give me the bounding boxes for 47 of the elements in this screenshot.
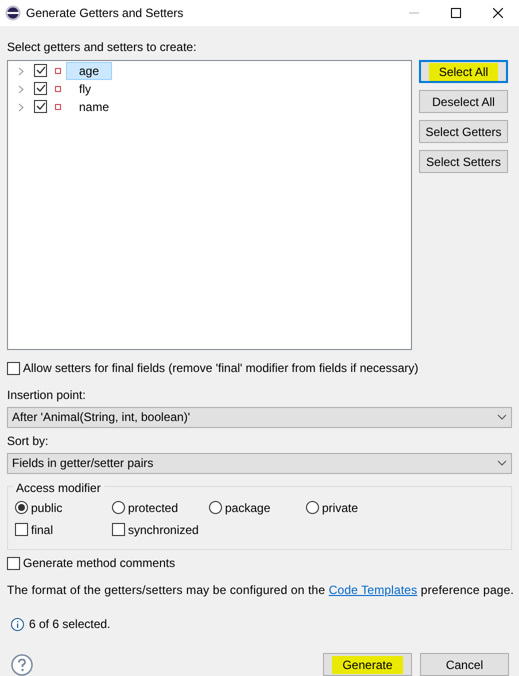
dialog-button[interactable]: Deselect All — [419, 90, 508, 113]
eclipse-icon — [5, 5, 21, 21]
tree-item[interactable]: age — [66, 62, 112, 80]
dialog-button[interactable]: Generate — [323, 653, 412, 676]
help-icon[interactable] — [11, 654, 33, 676]
dialog-button[interactable]: Select Getters — [419, 120, 508, 143]
window-title: Generate Getters and Setters — [26, 5, 184, 22]
chevron-down-icon — [497, 414, 507, 420]
radio-button[interactable] — [306, 501, 319, 514]
radio-button[interactable] — [209, 501, 222, 514]
checkbox-label: Allow setters for final fields (remove 'final' modifier from fields if necessary) — [23, 360, 418, 377]
radio-label: protected — [128, 500, 178, 517]
tree-label: Select getters and setters to create: — [7, 39, 198, 55]
radio-label: public — [31, 500, 62, 517]
checkbox-label: final — [31, 522, 54, 539]
close-icon[interactable] — [493, 8, 503, 18]
checkbox[interactable] — [112, 523, 125, 536]
checkbox[interactable] — [15, 523, 28, 536]
field-label: Sort by: — [7, 432, 50, 450]
checkbox[interactable] — [34, 82, 47, 94]
field-icon — [55, 68, 61, 74]
info-icon — [11, 618, 24, 630]
radio-button[interactable] — [112, 501, 125, 514]
checkbox[interactable] — [34, 64, 47, 76]
checkbox[interactable] — [34, 100, 47, 112]
field-label: Insertion point: — [7, 387, 87, 404]
sort-dropdown[interactable]: Fields in getter/setter pairs — [7, 452, 512, 474]
radio-label: package — [225, 500, 270, 517]
maximize-icon[interactable] — [451, 8, 461, 18]
tree-item[interactable]: name — [66, 98, 122, 116]
dialog-button[interactable]: Select All — [419, 60, 508, 83]
checkbox-label: Generate method comments — [23, 555, 176, 572]
status-text: 6 of 6 selected. — [29, 616, 110, 633]
chevron-down-icon — [497, 460, 507, 466]
dialog-button[interactable]: Cancel — [420, 653, 509, 676]
radio-label: private — [322, 500, 358, 517]
dialog-button[interactable]: Select Setters — [419, 150, 508, 173]
tree-item[interactable]: fly — [66, 80, 104, 98]
field-icon — [55, 86, 61, 92]
checkbox[interactable] — [7, 556, 20, 570]
checkbox[interactable] — [7, 362, 20, 374]
code-templates-link[interactable]: Code Templates — [328, 583, 418, 597]
insertion-point-dropdown[interactable]: After 'Animal(String, int, boolean)' — [7, 407, 512, 428]
checkbox-label: synchronized — [128, 522, 199, 539]
radio-button[interactable] — [15, 501, 28, 514]
info-text: The format of the getters/setters may be configured on the Code Templates preference page. — [7, 582, 515, 599]
field-icon — [55, 104, 61, 110]
